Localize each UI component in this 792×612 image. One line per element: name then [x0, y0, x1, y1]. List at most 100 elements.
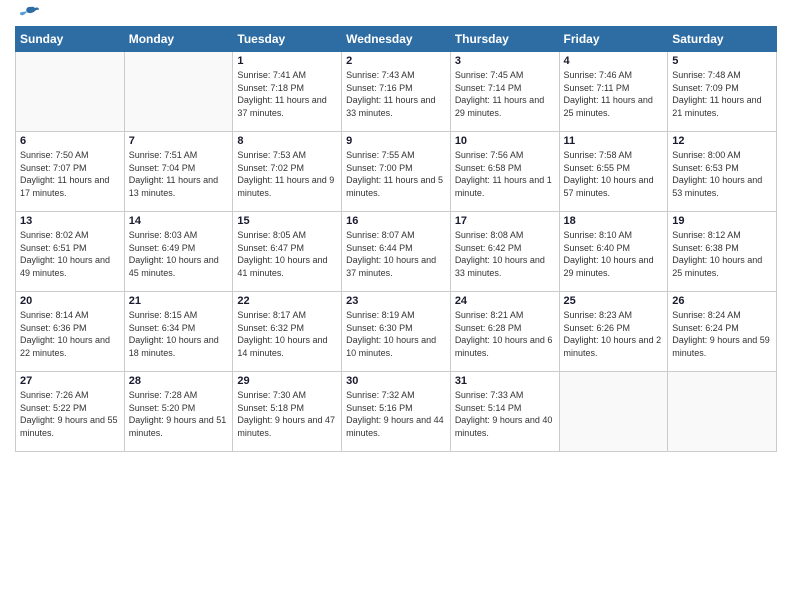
- day-number: 9: [346, 135, 446, 147]
- day-info: Sunrise: 8:15 AMSunset: 6:34 PMDaylight:…: [129, 309, 229, 359]
- calendar-cell: 29 Sunrise: 7:30 AMSunset: 5:18 PMDayligh…: [233, 372, 342, 452]
- day-info: Sunrise: 8:21 AMSunset: 6:28 PMDaylight:…: [455, 309, 555, 359]
- day-number: 1: [237, 55, 337, 67]
- day-number: 24: [455, 295, 555, 307]
- calendar-cell: 28Sunrise: 7:28 AMSunset: 5:20 PMDayligh…: [124, 372, 233, 452]
- day-info: Sunrise: 7:50 AMSunset: 7:07 PMDaylight:…: [20, 149, 120, 199]
- calendar-week-2: 6 Sunrise: 7:50 AMSunset: 7:07 PMDaylight…: [16, 132, 777, 212]
- day-info: Sunrise: 7:41 AMSunset: 7:18 PMDaylight:…: [237, 69, 337, 119]
- day-header-friday: Friday: [559, 27, 668, 52]
- day-number: 4: [564, 55, 664, 67]
- day-info: Sunrise: 7:45 AMSunset: 7:14 PMDaylight:…: [455, 69, 555, 119]
- day-header-thursday: Thursday: [450, 27, 559, 52]
- day-number: 12: [672, 135, 772, 147]
- logo: [15, 10, 39, 18]
- calendar-cell: [16, 52, 125, 132]
- day-info: Sunrise: 7:28 AMSunset: 5:20 PMDaylight:…: [129, 389, 229, 439]
- day-info: Sunrise: 8:07 AMSunset: 6:44 PMDaylight:…: [346, 229, 446, 279]
- day-info: Sunrise: 8:12 AMSunset: 6:38 PMDaylight:…: [672, 229, 772, 279]
- day-number: 2: [346, 55, 446, 67]
- day-number: 26: [672, 295, 772, 307]
- day-info: Sunrise: 7:55 AMSunset: 7:00 PMDaylight:…: [346, 149, 446, 199]
- calendar-week-3: 13 Sunrise: 8:02 AMSunset: 6:51 PMDayligh…: [16, 212, 777, 292]
- day-info: Sunrise: 7:51 AMSunset: 7:04 PMDaylight:…: [129, 149, 229, 199]
- calendar-cell: 13 Sunrise: 8:02 AMSunset: 6:51 PMDayligh…: [16, 212, 125, 292]
- calendar-cell: 30 Sunrise: 7:32 AMSunset: 5:16 PMDayligh…: [342, 372, 451, 452]
- day-info: Sunrise: 8:17 AMSunset: 6:32 PMDaylight:…: [237, 309, 337, 359]
- day-number: 17: [455, 215, 555, 227]
- day-info: Sunrise: 7:32 AMSunset: 5:16 PMDaylight:…: [346, 389, 446, 439]
- day-info: Sunrise: 8:10 AMSunset: 6:40 PMDaylight:…: [564, 229, 664, 279]
- calendar-cell: [124, 52, 233, 132]
- logo-bird-icon: [17, 6, 39, 24]
- day-number: 30: [346, 375, 446, 387]
- calendar-cell: 31 Sunrise: 7:33 AMSunset: 5:14 PMDayligh…: [450, 372, 559, 452]
- calendar-cell: 17 Sunrise: 8:08 AMSunset: 6:42 PMDayligh…: [450, 212, 559, 292]
- day-number: 22: [237, 295, 337, 307]
- day-info: Sunrise: 7:30 AMSunset: 5:18 PMDaylight:…: [237, 389, 337, 439]
- calendar-week-1: 1 Sunrise: 7:41 AMSunset: 7:18 PMDaylight…: [16, 52, 777, 132]
- calendar-cell: [559, 372, 668, 452]
- day-info: Sunrise: 7:53 AMSunset: 7:02 PMDaylight:…: [237, 149, 337, 199]
- calendar-cell: 16Sunrise: 8:07 AMSunset: 6:44 PMDayligh…: [342, 212, 451, 292]
- calendar-cell: 27Sunrise: 7:26 AMSunset: 5:22 PMDayligh…: [16, 372, 125, 452]
- calendar-cell: 18Sunrise: 8:10 AMSunset: 6:40 PMDayligh…: [559, 212, 668, 292]
- calendar-table: SundayMondayTuesdayWednesdayThursdayFrid…: [15, 26, 777, 452]
- calendar-cell: 19 Sunrise: 8:12 AMSunset: 6:38 PMDayligh…: [668, 212, 777, 292]
- day-number: 10: [455, 135, 555, 147]
- calendar-cell: 12 Sunrise: 8:00 AMSunset: 6:53 PMDayligh…: [668, 132, 777, 212]
- day-number: 31: [455, 375, 555, 387]
- day-number: 20: [20, 295, 120, 307]
- day-info: Sunrise: 8:05 AMSunset: 6:47 PMDaylight:…: [237, 229, 337, 279]
- calendar-cell: 20Sunrise: 8:14 AMSunset: 6:36 PMDayligh…: [16, 292, 125, 372]
- day-info: Sunrise: 7:56 AMSunset: 6:58 PMDaylight:…: [455, 149, 555, 199]
- day-number: 7: [129, 135, 229, 147]
- day-info: Sunrise: 7:33 AMSunset: 5:14 PMDaylight:…: [455, 389, 555, 439]
- calendar-cell: 6 Sunrise: 7:50 AMSunset: 7:07 PMDaylight…: [16, 132, 125, 212]
- calendar-cell: 9 Sunrise: 7:55 AMSunset: 7:00 PMDaylight…: [342, 132, 451, 212]
- calendar-cell: 2Sunrise: 7:43 AMSunset: 7:16 PMDaylight…: [342, 52, 451, 132]
- day-header-sunday: Sunday: [16, 27, 125, 52]
- page-container: SundayMondayTuesdayWednesdayThursdayFrid…: [0, 0, 792, 462]
- day-info: Sunrise: 7:48 AMSunset: 7:09 PMDaylight:…: [672, 69, 772, 119]
- calendar-cell: 22 Sunrise: 8:17 AMSunset: 6:32 PMDayligh…: [233, 292, 342, 372]
- calendar-cell: 14 Sunrise: 8:03 AMSunset: 6:49 PMDayligh…: [124, 212, 233, 292]
- day-info: Sunrise: 7:26 AMSunset: 5:22 PMDaylight:…: [20, 389, 120, 439]
- calendar-cell: 3 Sunrise: 7:45 AMSunset: 7:14 PMDaylight…: [450, 52, 559, 132]
- day-info: Sunrise: 7:46 AMSunset: 7:11 PMDaylight:…: [564, 69, 664, 119]
- day-number: 19: [672, 215, 772, 227]
- calendar-cell: 4 Sunrise: 7:46 AMSunset: 7:11 PMDaylight…: [559, 52, 668, 132]
- calendar-cell: 25Sunrise: 8:23 AMSunset: 6:26 PMDayligh…: [559, 292, 668, 372]
- day-number: 11: [564, 135, 664, 147]
- day-number: 14: [129, 215, 229, 227]
- day-info: Sunrise: 8:00 AMSunset: 6:53 PMDaylight:…: [672, 149, 772, 199]
- day-header-saturday: Saturday: [668, 27, 777, 52]
- calendar-week-4: 20Sunrise: 8:14 AMSunset: 6:36 PMDayligh…: [16, 292, 777, 372]
- day-header-wednesday: Wednesday: [342, 27, 451, 52]
- day-info: Sunrise: 8:02 AMSunset: 6:51 PMDaylight:…: [20, 229, 120, 279]
- calendar-cell: 5Sunrise: 7:48 AMSunset: 7:09 PMDaylight…: [668, 52, 777, 132]
- calendar-cell: 10 Sunrise: 7:56 AMSunset: 6:58 PMDayligh…: [450, 132, 559, 212]
- calendar-cell: 8Sunrise: 7:53 AMSunset: 7:02 PMDaylight…: [233, 132, 342, 212]
- calendar-cell: 7 Sunrise: 7:51 AMSunset: 7:04 PMDaylight…: [124, 132, 233, 212]
- day-info: Sunrise: 8:24 AMSunset: 6:24 PMDaylight:…: [672, 309, 772, 359]
- page-header: [15, 10, 777, 18]
- day-header-monday: Monday: [124, 27, 233, 52]
- calendar-week-5: 27Sunrise: 7:26 AMSunset: 5:22 PMDayligh…: [16, 372, 777, 452]
- day-info: Sunrise: 8:19 AMSunset: 6:30 PMDaylight:…: [346, 309, 446, 359]
- day-info: Sunrise: 8:08 AMSunset: 6:42 PMDaylight:…: [455, 229, 555, 279]
- calendar-cell: 24 Sunrise: 8:21 AMSunset: 6:28 PMDayligh…: [450, 292, 559, 372]
- day-number: 29: [237, 375, 337, 387]
- day-number: 13: [20, 215, 120, 227]
- day-number: 25: [564, 295, 664, 307]
- day-number: 6: [20, 135, 120, 147]
- calendar-cell: 26 Sunrise: 8:24 AMSunset: 6:24 PMDayligh…: [668, 292, 777, 372]
- calendar-cell: 21Sunrise: 8:15 AMSunset: 6:34 PMDayligh…: [124, 292, 233, 372]
- day-info: Sunrise: 7:58 AMSunset: 6:55 PMDaylight:…: [564, 149, 664, 199]
- day-header-tuesday: Tuesday: [233, 27, 342, 52]
- day-number: 23: [346, 295, 446, 307]
- day-number: 3: [455, 55, 555, 67]
- calendar-cell: 11 Sunrise: 7:58 AMSunset: 6:55 PMDayligh…: [559, 132, 668, 212]
- calendar-cell: 1 Sunrise: 7:41 AMSunset: 7:18 PMDaylight…: [233, 52, 342, 132]
- day-info: Sunrise: 8:03 AMSunset: 6:49 PMDaylight:…: [129, 229, 229, 279]
